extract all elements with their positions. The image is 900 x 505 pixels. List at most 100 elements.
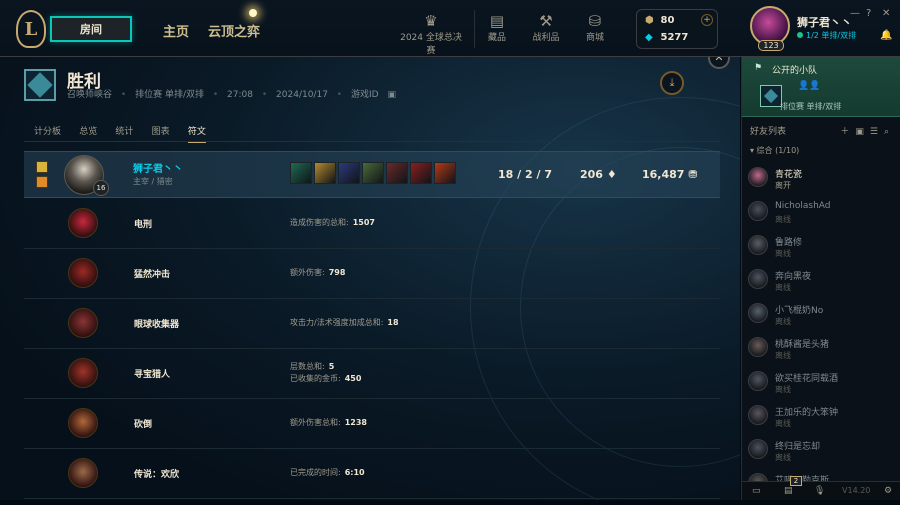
ignite-spell-icon xyxy=(36,176,48,188)
party-members-icon: 👤👤 xyxy=(798,81,821,91)
close-match-button[interactable]: ✕ xyxy=(708,57,730,69)
rune-icon xyxy=(68,458,98,488)
friend-item[interactable]: 小飞棍奶No 离线 xyxy=(748,301,896,335)
rune-icon xyxy=(68,358,98,388)
tab-graphs[interactable]: 图表 xyxy=(152,124,170,141)
rune-stat-label: 额外伤害: xyxy=(290,268,325,277)
tab-stats[interactable]: 统计 xyxy=(115,124,133,141)
friend-status: 离线 xyxy=(775,249,791,258)
rune-row: 砍倒 额外伤害总和: 1238 xyxy=(24,399,720,449)
rune-stat: 攻击力/法术强度加成总和: 18 xyxy=(290,317,399,328)
friend-status: 离线 xyxy=(775,283,791,292)
friend-item[interactable]: 王加乐的大笨钟 离线 xyxy=(748,403,896,437)
nav-tft[interactable]: 云顶之弈 xyxy=(208,21,260,40)
missions-badge: 2 xyxy=(790,476,802,486)
profile-level-badge: 123 xyxy=(758,40,784,51)
item-build xyxy=(290,162,458,184)
friend-status: 离线 xyxy=(775,215,791,224)
friend-item[interactable]: 青花瓷 离开 xyxy=(748,165,896,199)
voice-icon[interactable]: 🎙 xyxy=(814,486,825,496)
kda-value: 18 / 2 / 7 xyxy=(498,168,552,181)
profile-status[interactable]: 1/2 单排/双排 xyxy=(797,30,856,41)
friend-group-header[interactable]: ▾ 综合 (1/10) xyxy=(750,145,799,156)
client-version: V14.20 xyxy=(842,486,871,495)
friend-name: 奔向黑夜 xyxy=(775,272,812,282)
friend-item[interactable]: 欲买桂花同载酒 离线 xyxy=(748,369,896,403)
close-icon: ✕ xyxy=(714,57,724,64)
riot-points-amount: 5277 xyxy=(660,32,689,43)
rune-row: 寻宝猎人 层数总和: 5 已收集的金币: 450 xyxy=(24,349,720,399)
friend-item[interactable]: 奔向黑夜 离线 xyxy=(748,267,896,301)
map-name: 召唤师峡谷 xyxy=(67,90,113,100)
item-slot-icon[interactable] xyxy=(410,162,432,184)
game-date: 2024/10/17 xyxy=(276,90,328,100)
friend-item[interactable]: 桃酥酱是头猪 离线 xyxy=(748,335,896,369)
window-close-icon[interactable]: ✕ xyxy=(882,8,890,19)
rune-stat: 造成伤害的总和: 1507 xyxy=(290,217,375,228)
tab-runes[interactable]: 符文 xyxy=(187,124,206,143)
player-runes-summary: 主宰 / 猎密 xyxy=(133,177,173,186)
settings-icon[interactable]: ⚙ xyxy=(884,486,892,496)
gold-icon: ⛃ xyxy=(688,168,698,181)
tab-scoreboard[interactable]: 计分板 xyxy=(34,124,61,141)
help-icon[interactable]: ? xyxy=(866,8,871,19)
item-slot-icon[interactable] xyxy=(386,162,408,184)
blue-essence-icon: ⬢ xyxy=(645,15,654,26)
tab-divider xyxy=(24,141,720,142)
friend-name: 鲁路修 xyxy=(775,238,803,248)
nav-collection[interactable]: ▤ 藏品 xyxy=(480,12,514,43)
queue-name: 排位赛 单排/双排 xyxy=(135,90,204,100)
friends-header: 好友列表 ＋▣☰⌕ xyxy=(750,124,895,137)
rune-stat-label: 已收集的金币: xyxy=(290,374,341,383)
download-replay-button[interactable]: ⤓ xyxy=(660,71,684,95)
friend-status: 离线 xyxy=(775,419,791,428)
chat-icon[interactable]: ▭ xyxy=(752,486,761,496)
currency-wallet[interactable]: ⬢ 80 ◆ 5277 + xyxy=(636,9,718,49)
rune-stat-label: 层数总和: xyxy=(290,362,325,371)
online-status-icon xyxy=(797,32,803,38)
friend-name: 欲买桂花同载酒 xyxy=(775,374,839,384)
download-icon: ⤓ xyxy=(669,76,675,89)
item-slot-icon[interactable] xyxy=(434,162,456,184)
friends-tools-icons[interactable]: ＋▣☰⌕ xyxy=(840,124,895,137)
nav-store[interactable]: ⛁ 商城 xyxy=(578,12,612,43)
minimize-icon[interactable]: — xyxy=(850,8,860,19)
player-row[interactable]: 16 狮子君丶丶 主宰 / 猎密 18 / 2 / 7 206 ♦ 16,487… xyxy=(24,151,720,198)
champion-level: 16 xyxy=(93,180,109,196)
match-meta: 召唤师峡谷 • 排位赛 单排/双排 • 27:08 • 2024/10/17 •… xyxy=(67,87,402,100)
rune-stat-label: 攻击力/法术强度加成总和: xyxy=(290,318,384,327)
nav-loot[interactable]: ⚒ 战利品 xyxy=(528,12,564,43)
item-slot-icon[interactable] xyxy=(338,162,360,184)
add-currency-icon[interactable]: + xyxy=(701,14,713,26)
rune-stat-value: 1507 xyxy=(352,218,375,227)
nav-worlds[interactable]: ♛ 2024 全球总决赛 xyxy=(396,12,466,56)
league-logo[interactable]: L xyxy=(16,10,46,48)
missions-icon[interactable]: ▤ xyxy=(784,486,793,496)
profile-status-text: 1/2 单排/双排 xyxy=(806,31,857,40)
play-button[interactable]: 房间 xyxy=(50,16,132,42)
bell-icon[interactable]: 🔔 xyxy=(880,30,892,41)
nav-home[interactable]: 主页 xyxy=(163,21,189,40)
friend-item[interactable]: NicholashAd 离线 xyxy=(748,199,896,233)
friend-avatar xyxy=(748,439,768,459)
friend-name: 王加乐的大笨钟 xyxy=(775,408,839,418)
item-slot-icon[interactable] xyxy=(290,162,312,184)
friend-item[interactable]: 终归是忘却 离线 xyxy=(748,437,896,471)
item-slot-icon[interactable] xyxy=(314,162,336,184)
item-slot-icon[interactable] xyxy=(362,162,384,184)
party-title: 公开的小队 xyxy=(772,66,818,76)
friend-avatar xyxy=(748,167,768,187)
rune-stat-value: 5 xyxy=(328,362,335,371)
victory-icon xyxy=(24,69,56,101)
meta-separator: • xyxy=(261,90,268,100)
cs-value: 206 xyxy=(580,168,603,181)
tab-overview[interactable]: 总览 xyxy=(79,124,97,141)
blue-essence: ⬢ 80 xyxy=(645,15,674,26)
party-panel[interactable]: ⚑ 公开的小队 👤👤 排位赛 单排/双排 xyxy=(742,57,900,117)
friend-item[interactable]: 鲁路修 离线 xyxy=(748,233,896,267)
copy-id-icon[interactable]: ▣ xyxy=(387,90,396,100)
profile-name[interactable]: 狮子君丶丶 xyxy=(797,14,852,30)
friend-status: 离线 xyxy=(775,385,791,394)
player-name[interactable]: 狮子君丶丶 xyxy=(133,160,183,175)
party-flag-icon: ⚑ xyxy=(754,63,763,73)
